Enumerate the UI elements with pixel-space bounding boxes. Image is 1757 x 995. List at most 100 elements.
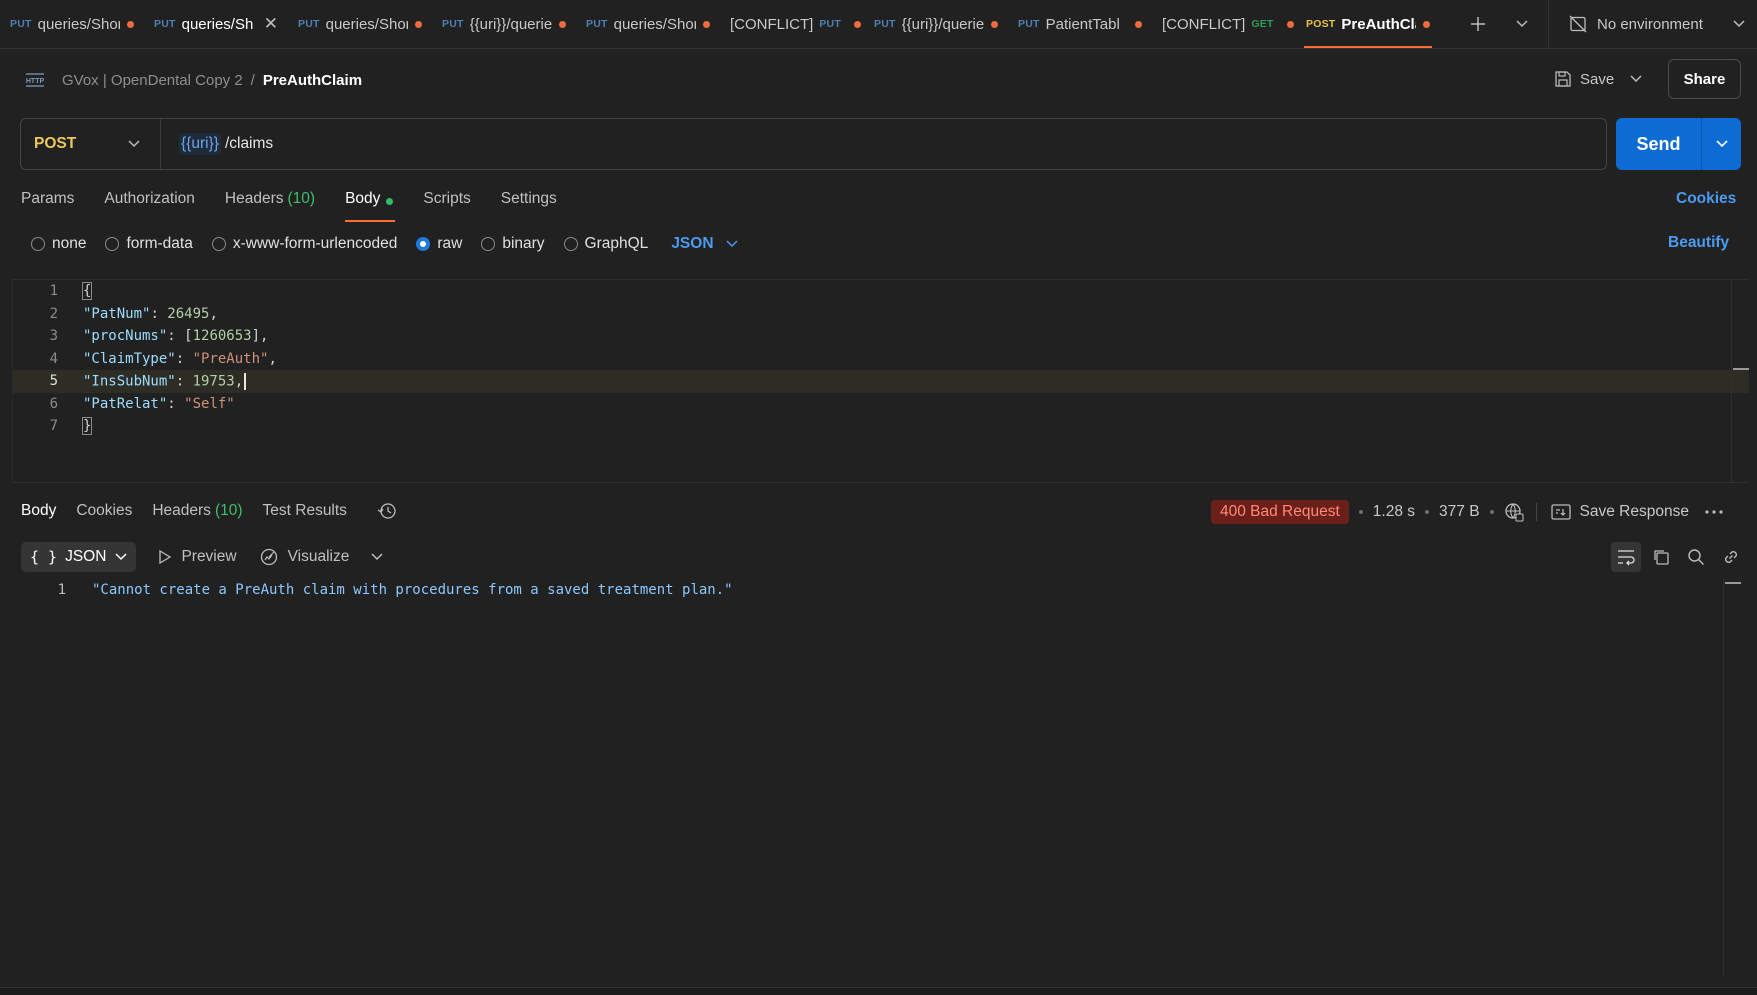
- code-token: "ClaimType": [83, 350, 176, 367]
- response-tabs: Body Cookies Headers (10) Test Results: [21, 502, 397, 532]
- request-tab[interactable]: PUT PatientTabl: [1008, 0, 1152, 48]
- tab-label: Settings: [500, 190, 557, 207]
- status-badge[interactable]: 400 Bad Request: [1211, 500, 1349, 524]
- save-button[interactable]: Save: [1554, 60, 1642, 98]
- response-actions: [1606, 542, 1746, 572]
- more-options-icon[interactable]: [1705, 510, 1723, 514]
- beautify-button[interactable]: Beautify: [1668, 234, 1729, 252]
- editor-line[interactable]: 4 "ClaimType": "PreAuth",: [13, 348, 1749, 371]
- tab-body[interactable]: Body: [345, 186, 396, 222]
- send-options-button[interactable]: [1702, 118, 1741, 170]
- request-body-editor[interactable]: 1{2 "PatNum": 26495, 3 "procNums": [1260653…: [12, 279, 1749, 483]
- request-tab[interactable]: [CONFLICT] GET: [1152, 0, 1296, 48]
- editor-line[interactable]: 5 "InsSubNum": 19753,: [13, 370, 1749, 393]
- chevron-down-icon: [128, 140, 140, 148]
- response-tab-body[interactable]: Body: [21, 502, 56, 532]
- request-tab[interactable]: PUT queries/Sh ✕: [144, 0, 288, 48]
- request-tab[interactable]: PUT queries/Shor: [576, 0, 720, 48]
- editor-line[interactable]: 3 "procNums": [1260653],: [13, 325, 1749, 348]
- tab-headers[interactable]: Headers (10): [225, 186, 315, 220]
- radio-button[interactable]: [31, 237, 45, 251]
- tab-authorization[interactable]: Authorization: [104, 186, 194, 220]
- visualize-button[interactable]: Visualize: [259, 547, 349, 567]
- visualize-options-button[interactable]: [371, 553, 383, 561]
- response-status: 400 Bad Request 1.28 s 377 B Save Respon…: [1211, 499, 1723, 525]
- history-icon[interactable]: [377, 501, 397, 521]
- editor-line[interactable]: 6 "PatRelat": "Self": [13, 393, 1749, 416]
- new-tab-button[interactable]: [1456, 0, 1500, 48]
- copy-button[interactable]: [1646, 542, 1676, 572]
- radio-button[interactable]: [105, 237, 120, 251]
- tab-title: [CONFLICT]: [730, 15, 814, 33]
- response-time[interactable]: 1.28 s: [1373, 503, 1415, 521]
- body-type-x-www-form-urlencoded[interactable]: x-www-form-urlencoded: [211, 235, 397, 253]
- editor-scrollbar[interactable]: [1731, 280, 1749, 482]
- send-button[interactable]: Send: [1616, 118, 1702, 170]
- radio-label: GraphQL: [584, 235, 649, 252]
- chevron-down-icon: [371, 553, 383, 561]
- preview-button[interactable]: Preview: [158, 548, 237, 566]
- request-tab[interactable]: PUT queries/Shor: [0, 0, 144, 48]
- editor-line[interactable]: 2 "PatNum": 26495,: [13, 303, 1749, 326]
- unsaved-indicator: [1135, 20, 1142, 28]
- response-tab-test-results[interactable]: Test Results: [263, 502, 347, 532]
- code-token: "Self": [184, 395, 235, 412]
- body-language-selector[interactable]: JSON: [671, 235, 738, 253]
- response-scrollbar-track[interactable]: [1723, 578, 1724, 976]
- breadcrumb-current[interactable]: PreAuthClaim: [263, 72, 362, 89]
- network-globe-icon[interactable]: [1504, 502, 1524, 522]
- tab-count: (10): [287, 190, 316, 207]
- radio-button[interactable]: [211, 237, 226, 251]
- response-tab-cookies[interactable]: Cookies: [76, 502, 132, 532]
- radio-label: raw: [437, 235, 463, 252]
- tab-title: queries/Shor: [325, 15, 408, 33]
- request-tab[interactable]: [CONFLICT] PUT: [720, 0, 864, 48]
- method-selector[interactable]: POST: [21, 119, 161, 169]
- radio-button[interactable]: [416, 237, 431, 251]
- chevron-down-icon[interactable]: [1630, 75, 1642, 83]
- breadcrumb-workspace[interactable]: GVox | OpenDental Copy 2: [62, 72, 243, 89]
- unsaved-indicator: [1286, 20, 1294, 28]
- radio-button[interactable]: [563, 237, 578, 251]
- unsaved-indicator: [853, 20, 861, 28]
- response-body[interactable]: 1 "Cannot create a PreAuth claim with pr…: [40, 582, 733, 598]
- request-tab[interactable]: PUT {{uri}}/querie: [432, 0, 576, 48]
- environment-selector[interactable]: No environment: [1548, 0, 1757, 48]
- save-response-button[interactable]: Save Response: [1550, 503, 1689, 521]
- radio-button[interactable]: [481, 237, 496, 251]
- request-tab[interactable]: PUT queries/Shor: [288, 0, 432, 48]
- tab-scripts[interactable]: Scripts: [423, 186, 470, 220]
- body-type-form-data[interactable]: form-data: [105, 235, 193, 253]
- wrap-lines-button[interactable]: [1611, 542, 1641, 572]
- share-button[interactable]: Share: [1668, 59, 1741, 99]
- editor-line[interactable]: 1{: [13, 280, 1749, 303]
- close-icon[interactable]: ✕: [264, 14, 278, 34]
- request-tab[interactable]: POST PreAuthClai: [1296, 0, 1440, 48]
- response-tab-headers[interactable]: Headers (10): [152, 502, 242, 532]
- cookies-link[interactable]: Cookies: [1676, 190, 1736, 208]
- tab-title: [CONFLICT]: [1162, 15, 1246, 33]
- link-button[interactable]: [1716, 542, 1746, 572]
- tab-bar: PUT queries/Shor PUT queries/Sh ✕ PUT queries/…: [0, 0, 1757, 49]
- body-type-none[interactable]: none: [31, 235, 86, 253]
- body-type-raw[interactable]: raw: [416, 235, 462, 253]
- preview-label: Preview: [181, 548, 237, 565]
- body-type-graphql[interactable]: GraphQL: [563, 235, 649, 253]
- url-input[interactable]: {{uri}} /claims: [161, 133, 273, 155]
- tab-params[interactable]: Params: [21, 186, 74, 220]
- line-number: 7: [49, 418, 58, 435]
- status-bar: [0, 987, 1757, 995]
- response-size[interactable]: 377 B: [1439, 503, 1480, 521]
- response-format-selector[interactable]: { } JSON: [21, 542, 137, 572]
- code-token: :: [150, 305, 168, 322]
- tab-overflow-button[interactable]: [1500, 0, 1544, 48]
- editor-line[interactable]: 7}: [13, 415, 1749, 438]
- tab-method: POST: [1306, 18, 1336, 30]
- body-type-options: none form-data x-www-form-urlencoded raw bin…: [31, 233, 738, 255]
- request-tab[interactable]: PUT {{uri}}/querie: [864, 0, 1008, 48]
- tab-label: Headers: [152, 502, 211, 519]
- search-button[interactable]: [1681, 542, 1711, 572]
- body-type-binary[interactable]: binary: [481, 235, 545, 253]
- code-token: "PatNum": [83, 305, 151, 322]
- tab-settings[interactable]: Settings: [501, 186, 557, 220]
